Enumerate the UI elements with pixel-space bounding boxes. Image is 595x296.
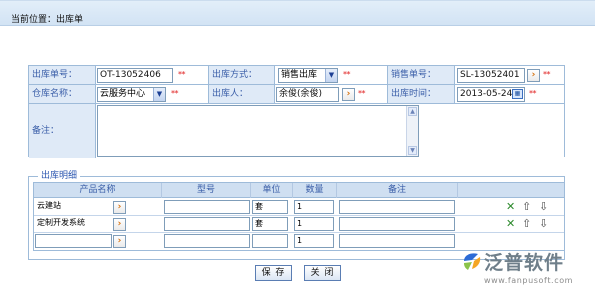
delete-x-icon[interactable]: ✕ [506,200,515,213]
remark-textarea[interactable]: ▲ ▼ [97,105,419,157]
arrow-up-icon[interactable]: ⇧ [522,200,531,213]
chevron-down-icon: ▼ [153,88,165,101]
form-row-3: 备注： ▲ ▼ [29,104,564,158]
product-name: 云建站 [35,200,112,214]
model-input[interactable] [164,217,250,231]
person-input[interactable]: 余俊(余俊) [276,87,339,102]
save-button[interactable]: 保 存 [255,265,292,281]
header-qty: 数量 [293,183,337,198]
doc-no-input[interactable]: OT-13052406 [97,68,173,83]
scroll-up-icon[interactable]: ▲ [408,107,417,116]
logo-name: 泛普软件 [484,252,565,274]
picker-arrow-icon[interactable]: › [527,69,540,82]
picker-arrow-icon[interactable]: › [113,201,126,214]
table-row: 定制开发系统 › 套 1 ✕ ⇧ ⇩ [34,216,564,233]
required-mark: ** [543,70,551,79]
required-mark: ** [343,70,351,79]
warehouse-select[interactable]: 云服务中心 ▼ [97,87,166,102]
header-model: 型号 [162,183,251,198]
time-cell: 2013-05-24 ▦ ** [455,85,564,103]
scroll-down-icon[interactable]: ▼ [408,146,417,155]
header-remark: 备注 [337,183,458,198]
header-unit: 单位 [251,183,293,198]
required-mark: ** [358,89,366,98]
picker-arrow-icon[interactable]: › [113,218,126,231]
qty-input[interactable]: 1 [294,217,334,231]
remark-input[interactable] [339,217,455,231]
breadcrumb: 当前位置：出库单 [11,15,84,25]
unit-input[interactable] [252,234,288,248]
details-table: 产品名称 型号 单位 数量 备注 云建站 › 套 1 ✕ ⇧ ⇩ 定制开发系统 … [33,182,565,251]
model-input[interactable] [164,234,250,248]
chevron-down-icon: ▼ [325,69,337,82]
product-name-input[interactable] [35,234,112,248]
unit-input[interactable]: 套 [252,217,288,231]
remark-input[interactable] [339,200,455,214]
method-cell: 销售出库 ▼ ** [275,66,388,84]
form-row-2: 仓库名称： 云服务中心 ▼ ** 出库人： 余俊(余俊) › ** 出库时间： … [29,85,564,104]
sales-no-input[interactable]: SL-13052401 [457,68,525,83]
calendar-icon[interactable]: ▦ [512,89,523,99]
person-label: 出库人： [209,85,275,103]
qty-input[interactable]: 1 [294,234,334,248]
warehouse-select-value: 云服务中心 [100,89,146,99]
logo-mark-icon [464,253,481,270]
method-label: 出库方式： [209,66,275,84]
remark-cell: ▲ ▼ [96,104,564,158]
header-product: 产品名称 [34,183,162,198]
required-mark: ** [529,89,537,98]
warehouse-label: 仓库名称： [29,85,96,103]
outbound-form: 出库单号： OT-13052406 ** 出库方式： 销售出库 ▼ ** 销售单… [28,65,565,158]
scrollbar[interactable]: ▲ ▼ [406,106,418,156]
remark-input[interactable] [339,234,455,248]
required-mark: ** [178,70,186,79]
unit-input[interactable]: 套 [252,200,288,214]
method-select-value: 销售出库 [281,70,318,80]
picker-arrow-icon[interactable]: › [113,235,126,248]
close-button[interactable]: 关 闭 [304,265,341,281]
time-label: 出库时间： [388,85,455,103]
sales-no-label: 销售单号： [388,66,455,84]
arrow-down-icon[interactable]: ⇩ [539,200,548,213]
arrow-up-icon[interactable]: ⇧ [522,217,531,230]
picker-arrow-icon[interactable]: › [342,88,355,101]
arrow-down-icon[interactable]: ⇩ [539,217,548,230]
person-cell: 余俊(余俊) › ** [275,85,388,103]
doc-no-cell: OT-13052406 ** [96,66,209,84]
header-actions [458,183,564,198]
doc-no-label: 出库单号： [29,66,96,84]
details-header-row: 产品名称 型号 单位 数量 备注 [34,183,564,198]
table-row: 云建站 › 套 1 ✕ ⇧ ⇩ [34,199,564,216]
form-row-1: 出库单号： OT-13052406 ** 出库方式： 销售出库 ▼ ** 销售单… [29,66,564,85]
brand-logo: 泛普软件 www.fanpusoft.com [462,248,592,293]
remark-label: 备注： [29,104,96,158]
product-name: 定制开发系统 [35,217,112,231]
delete-x-icon[interactable]: ✕ [506,217,515,230]
model-input[interactable] [164,200,250,214]
required-mark: ** [171,89,179,98]
warehouse-cell: 云服务中心 ▼ ** [96,85,209,103]
method-select[interactable]: 销售出库 ▼ [278,68,338,83]
header-bar: 当前位置：出库单 [0,0,595,26]
qty-input[interactable]: 1 [294,200,334,214]
sales-no-cell: SL-13052401 › ** [455,66,564,84]
details-legend: 出库明细 [38,171,81,182]
logo-url: www.fanpusoft.com [484,276,574,285]
